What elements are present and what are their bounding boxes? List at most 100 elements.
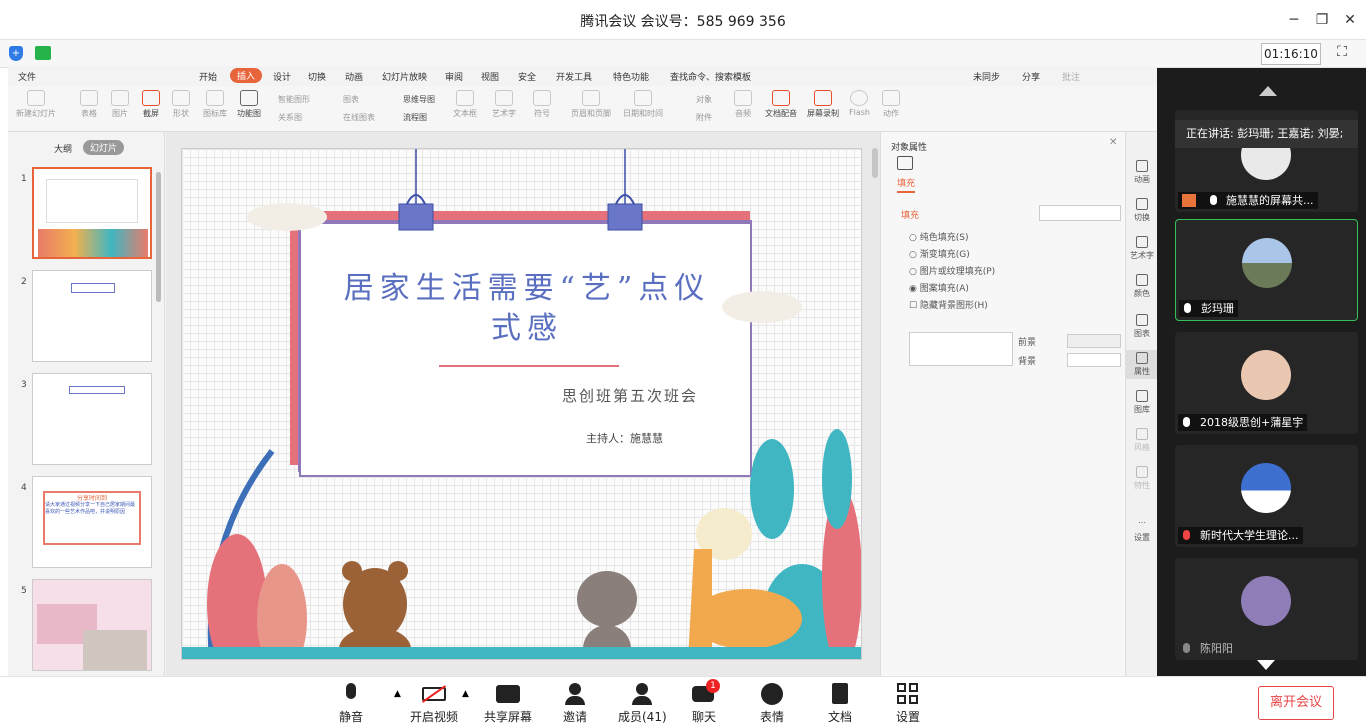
background-color-select[interactable] [1067, 353, 1121, 367]
tool-chart[interactable]: 图表 [1126, 314, 1158, 339]
settings-button[interactable]: 设置 [896, 683, 920, 725]
radio-pattern-fill[interactable]: ◉ 图案填充(A) [909, 281, 995, 298]
ribbon-object[interactable]: 对象 [696, 94, 712, 105]
ribbon-header-footer[interactable]: 页眉和页脚 [571, 90, 611, 119]
menu-slideshow[interactable]: 幻灯片放映 [382, 70, 427, 83]
ribbon-audio[interactable]: 音频 [734, 90, 752, 119]
canvas-scrollbar[interactable] [872, 148, 878, 178]
participant-tile[interactable]: 2018级思创+蒲星宇 [1175, 332, 1358, 434]
props-tab-fill[interactable]: 填充 [897, 176, 916, 193]
ribbon-relation[interactable]: 关系图 [278, 112, 302, 123]
share-screen-button[interactable]: 共享屏幕 [484, 683, 532, 725]
mute-button[interactable]: 静音 [339, 683, 363, 725]
menu-developer[interactable]: 开发工具 [556, 70, 592, 83]
tool-wordart[interactable]: 艺术字 [1126, 236, 1158, 261]
ribbon-online-chart[interactable]: 在线图表 [343, 112, 375, 123]
ribbon-function-chart[interactable]: 功能图 [237, 90, 261, 119]
restore-icon[interactable]: ❐ [1312, 10, 1332, 30]
mute-options-chevron-icon[interactable]: ▲ [394, 689, 401, 699]
tool-transition[interactable]: 切换 [1126, 198, 1158, 223]
reactions-button[interactable]: 表情 [760, 683, 784, 725]
slide-title[interactable]: 居家生活需要“艺”点仪 式感 [312, 269, 742, 349]
menu-animation[interactable]: 动画 [345, 70, 363, 83]
menu-security[interactable]: 安全 [518, 70, 536, 83]
slide-number: 5 [21, 586, 27, 596]
tool-color[interactable]: 颜色 [1126, 274, 1158, 299]
close-icon[interactable]: ✕ [1340, 10, 1360, 30]
tab-slides[interactable]: 幻灯片 [83, 140, 125, 155]
menu-features[interactable]: 特色功能 [613, 70, 649, 83]
slide-thumbnail[interactable] [32, 373, 152, 465]
chat-button[interactable]: 1 聊天 [692, 679, 720, 725]
members-button[interactable]: 成员(41) [618, 683, 667, 725]
tool-style[interactable]: 风格 [1126, 428, 1158, 453]
participant-tile[interactable]: 彭玛珊 [1175, 219, 1358, 321]
props-close-icon[interactable]: ✕ [1109, 137, 1117, 148]
menu-share[interactable]: 分享 [1022, 70, 1040, 83]
menu-insert[interactable]: 插入 [230, 68, 263, 83]
slide-thumbnail[interactable]: 分享时间到 请大家通过视频分享一下自己居家期间最喜欢的一些艺术作品吧，并说明原因 [32, 476, 152, 568]
ribbon-datetime[interactable]: 日期和时间 [623, 90, 663, 119]
ribbon-wordart[interactable]: 艺术字 [492, 90, 516, 119]
ribbon-flash[interactable]: Flash [849, 90, 870, 117]
slide-thumbnail[interactable] [32, 167, 152, 259]
ribbon-table[interactable]: 表格 [80, 90, 98, 119]
radio-picture-fill[interactable]: ○ 图片或纹理填充(P) [909, 264, 995, 281]
menu-comment[interactable]: 批注 [1062, 70, 1080, 83]
ribbon-doc-voice[interactable]: 文档配音 [765, 90, 797, 119]
tool-gallery[interactable]: 图库 [1126, 390, 1158, 415]
ribbon-picture[interactable]: 图片 [111, 90, 129, 119]
menu-sync[interactable]: 未同步 [973, 70, 1000, 83]
documents-button[interactable]: 文档 [828, 683, 852, 725]
tool-settings[interactable]: ⋯ 设置 [1126, 518, 1158, 543]
checkbox-hide-bg[interactable]: ☐ 隐藏背景图形(H) [909, 298, 995, 315]
ribbon-screen-record[interactable]: 屏幕录制 [807, 90, 839, 119]
ribbon-action[interactable]: 动作 [882, 90, 900, 119]
slide-host[interactable]: 主持人：施慧慧 [586, 430, 663, 446]
network-signal-icon[interactable] [35, 46, 51, 60]
scroll-down-icon[interactable] [1257, 660, 1275, 670]
menu-transition[interactable]: 切换 [308, 70, 326, 83]
ribbon-smart-graphic[interactable]: 智能图形 [278, 94, 310, 105]
start-video-button[interactable]: 开启视频 [410, 683, 458, 725]
ribbon-screenshot[interactable]: 截屏 [142, 90, 160, 119]
tool-feature[interactable]: 特性 [1126, 466, 1158, 491]
ribbon-flowchart[interactable]: 流程图 [403, 112, 427, 123]
invite-button[interactable]: 邀请 [563, 683, 587, 725]
ribbon-shape[interactable]: 形状 [172, 90, 190, 119]
video-options-chevron-icon[interactable]: ▲ [462, 689, 469, 699]
radio-solid-fill[interactable]: ○ 纯色填充(S) [909, 230, 995, 247]
ribbon-icon-library[interactable]: 图标库 [203, 90, 227, 119]
security-shield-icon[interactable]: + [9, 46, 23, 61]
tab-outline[interactable]: 大纲 [54, 142, 72, 155]
thumbnail-scrollbar[interactable] [156, 172, 161, 302]
leave-meeting-button[interactable]: 离开会议 [1258, 686, 1334, 720]
foreground-color-select[interactable] [1067, 334, 1121, 348]
menu-file[interactable]: 文件 [18, 70, 36, 83]
scroll-up-icon[interactable] [1259, 86, 1277, 96]
ribbon-new-slide[interactable]: 新建幻灯片 [16, 90, 56, 119]
radio-gradient-fill[interactable]: ○ 渐变填充(G) [909, 247, 995, 264]
fill-bucket-icon[interactable] [897, 156, 913, 170]
fill-dropdown[interactable] [1039, 205, 1121, 221]
tool-animation[interactable]: 动画 [1126, 160, 1158, 185]
menu-review[interactable]: 审阅 [445, 70, 463, 83]
menu-design[interactable]: 设计 [273, 70, 291, 83]
participant-tile[interactable]: 陈阳阳 [1175, 558, 1358, 660]
slide-subtitle[interactable]: 思创班第五次班会 [562, 385, 698, 406]
participant-tile[interactable]: 新时代大学生理论... [1175, 445, 1358, 547]
menu-home[interactable]: 开始 [199, 70, 217, 83]
fullscreen-icon[interactable]: ⛶ [1332, 44, 1352, 64]
pattern-picker[interactable] [909, 332, 1013, 366]
tool-properties[interactable]: 属性 [1126, 350, 1158, 379]
ribbon-symbol[interactable]: 符号 [533, 90, 551, 119]
ribbon-attachment[interactable]: 附件 [696, 112, 712, 123]
menu-search[interactable]: 查找命令、搜索模板 [670, 70, 751, 83]
ribbon-mindmap[interactable]: 思维导图 [403, 94, 435, 105]
slide-thumbnail[interactable] [32, 270, 152, 362]
ribbon-textbox[interactable]: 文本框 [453, 90, 477, 119]
menu-view[interactable]: 视图 [481, 70, 499, 83]
slide-thumbnail[interactable] [32, 579, 152, 671]
minimize-icon[interactable]: ─ [1284, 10, 1304, 30]
ribbon-chart[interactable]: 图表 [343, 94, 359, 105]
